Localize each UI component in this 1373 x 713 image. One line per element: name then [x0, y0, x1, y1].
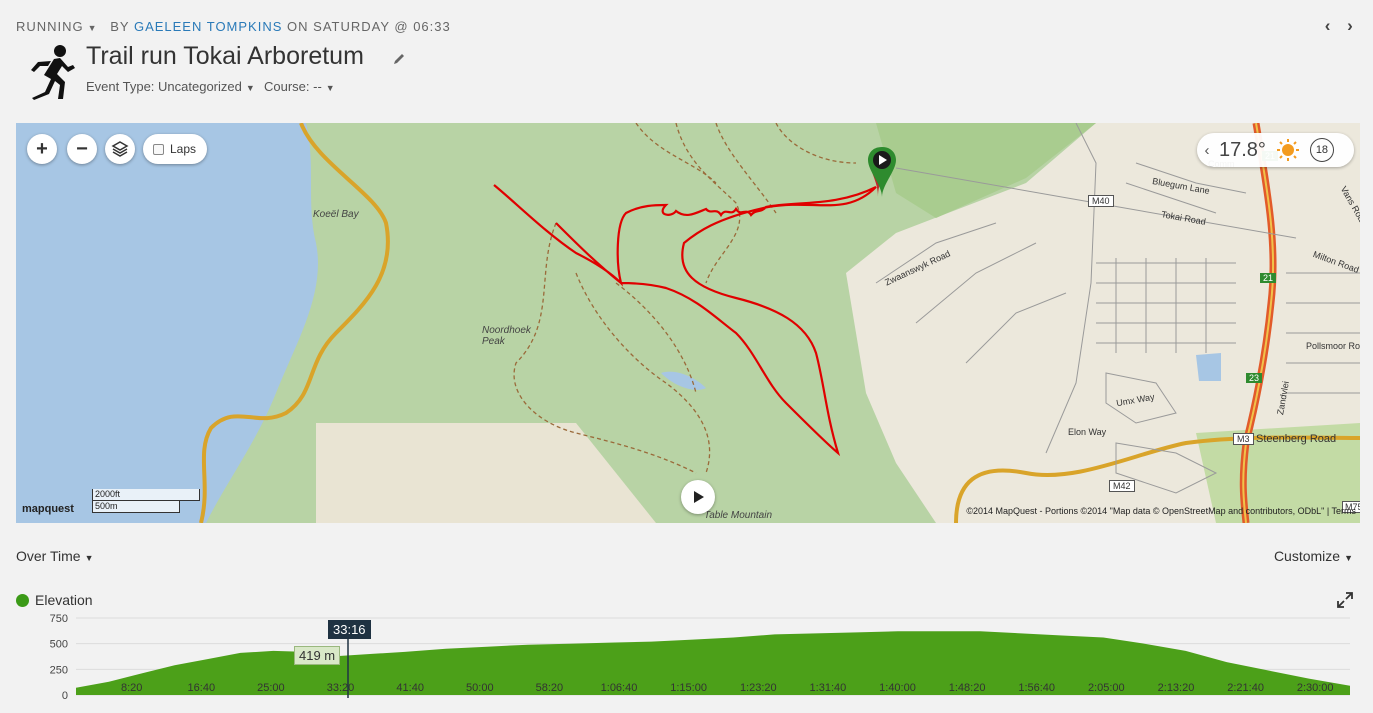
route-shield-m3: M3	[1233, 433, 1254, 445]
route-map[interactable]: Koeël Bay Noordhoek Peak Table Mountain …	[16, 123, 1360, 523]
customize-dropdown[interactable]: Customize ▼	[1274, 548, 1353, 564]
x-tick-label: 2:30:00	[1297, 682, 1334, 694]
map-label-table-mountain: Table Mountain	[704, 510, 773, 521]
legend-dot	[16, 593, 29, 607]
weather-widget: ‹ 17.8° 18	[1197, 133, 1354, 167]
course-label: Course: --	[264, 79, 322, 94]
activity-type[interactable]: RUNNING	[16, 19, 84, 34]
x-tick-label: 16:40	[188, 682, 216, 694]
expand-icon[interactable]	[1337, 592, 1353, 608]
legend-label: Elevation	[35, 592, 93, 608]
y-tick-label: 0	[62, 690, 68, 702]
chevron-left-icon[interactable]: ‹	[1197, 142, 1217, 159]
zoom-in-button[interactable]: +	[27, 134, 57, 164]
x-tick-label: 41:40	[396, 682, 424, 694]
chevron-down-icon: ▼	[1344, 553, 1353, 563]
chevron-right-icon[interactable]: ›	[1341, 16, 1359, 36]
over-time-label: Over Time	[16, 548, 81, 564]
temperature: 17.8°	[1219, 138, 1266, 161]
route-shield-m40: M40	[1088, 195, 1114, 207]
laps-checkbox[interactable]: Laps	[143, 134, 207, 164]
course-dropdown[interactable]: Course: -- ▼	[264, 79, 335, 94]
x-tick-label: 1:31:40	[810, 682, 847, 694]
x-tick-label: 1:06:40	[601, 682, 638, 694]
elevation-chart[interactable]: 0 250 500 750 8:20 16:40 25:00 33:20 41:40 50:00 5…	[0, 610, 1373, 713]
x-tick-label: 1:15:00	[670, 682, 707, 694]
activity-meta: RUNNING ▼ BY GAELEEN TOMPKINS ON SATURDAY…	[16, 19, 451, 34]
map-scale: 2000ft 500m	[92, 489, 200, 513]
map-label-noordhoek-peak: Noordhoek Peak	[482, 325, 531, 347]
author-link[interactable]: GAELEEN TOMPKINS	[134, 19, 282, 34]
chevron-down-icon: ▼	[325, 83, 335, 93]
x-tick-label: 1:40:00	[879, 682, 916, 694]
x-tick-label: 1:23:20	[740, 682, 777, 694]
map-label-steenberg: Steenberg Road	[1256, 433, 1337, 445]
activity-header: RUNNING ▼ BY GAELEEN TOMPKINS ON SATURDAY…	[0, 0, 1373, 122]
x-tick-label: 8:20	[121, 682, 142, 694]
y-tick-label: 750	[50, 613, 68, 625]
runner-icon	[31, 45, 75, 100]
event-type-label: Event Type: Uncategorized	[86, 79, 242, 94]
over-time-dropdown[interactable]: Over Time ▼	[16, 548, 94, 564]
activity-title: Trail run Tokai Arboretum	[86, 42, 364, 70]
layers-icon	[111, 141, 129, 157]
x-tick-label: 50:00	[466, 682, 494, 694]
scale-ft: 2000ft	[92, 489, 200, 501]
x-tick-label: 33:20	[327, 682, 355, 694]
play-icon	[694, 491, 704, 503]
laps-label: Laps	[170, 142, 197, 156]
activity-time: ON SATURDAY @ 06:33	[287, 19, 451, 34]
sun-icon	[1276, 139, 1299, 161]
x-tick-label: 1:48:20	[949, 682, 986, 694]
chart-tooltip-value: 419 m	[294, 646, 341, 665]
x-tick-label: 25:00	[257, 682, 285, 694]
x-tick-label: 1:56:40	[1018, 682, 1055, 694]
activity-nav: ‹ ›	[1319, 16, 1359, 36]
map-attribution[interactable]: ©2014 MapQuest - Portions ©2014 "Map dat…	[966, 506, 1356, 516]
pencil-icon[interactable]	[392, 52, 406, 66]
chart-legend[interactable]: Elevation	[16, 592, 93, 608]
customize-label: Customize	[1273, 548, 1341, 564]
start-marker-icon[interactable]	[864, 145, 900, 197]
y-tick-label: 500	[50, 639, 68, 651]
chevron-down-icon: ▼	[84, 553, 94, 563]
chevron-left-icon[interactable]: ‹	[1319, 16, 1337, 36]
route-shield-23: 23	[1246, 373, 1263, 383]
mapquest-logo: mapquest	[22, 503, 74, 515]
route-shield-21: 21	[1260, 273, 1277, 283]
x-tick-label: 2:05:00	[1088, 682, 1125, 694]
event-type-dropdown[interactable]: Event Type: Uncategorized ▼	[86, 79, 255, 94]
x-tick-label: 2:13:20	[1158, 682, 1195, 694]
zoom-out-button[interactable]: −	[67, 134, 97, 164]
route-shield-m42: M42	[1109, 480, 1135, 492]
x-tick-label: 58:20	[536, 682, 564, 694]
chevron-down-icon: ▼	[245, 83, 255, 93]
map-label-koeel-bay: Koeël Bay	[313, 209, 359, 220]
map-label-elon: Elon Way	[1068, 427, 1107, 437]
x-tick-label: 2:21:40	[1227, 682, 1264, 694]
map-label-pollsmoor: Pollsmoor Road	[1306, 341, 1360, 351]
layers-button[interactable]	[105, 134, 135, 164]
checkbox-icon	[153, 143, 164, 155]
activity-type-caret-icon[interactable]: ▼	[88, 23, 98, 33]
y-tick-label: 250	[50, 664, 68, 676]
scale-m: 500m	[92, 501, 180, 513]
chart-tooltip-time: 33:16	[328, 620, 371, 639]
wind-speed: 18	[1309, 138, 1334, 162]
playback-button[interactable]	[681, 480, 715, 514]
by-label: BY	[110, 19, 130, 34]
